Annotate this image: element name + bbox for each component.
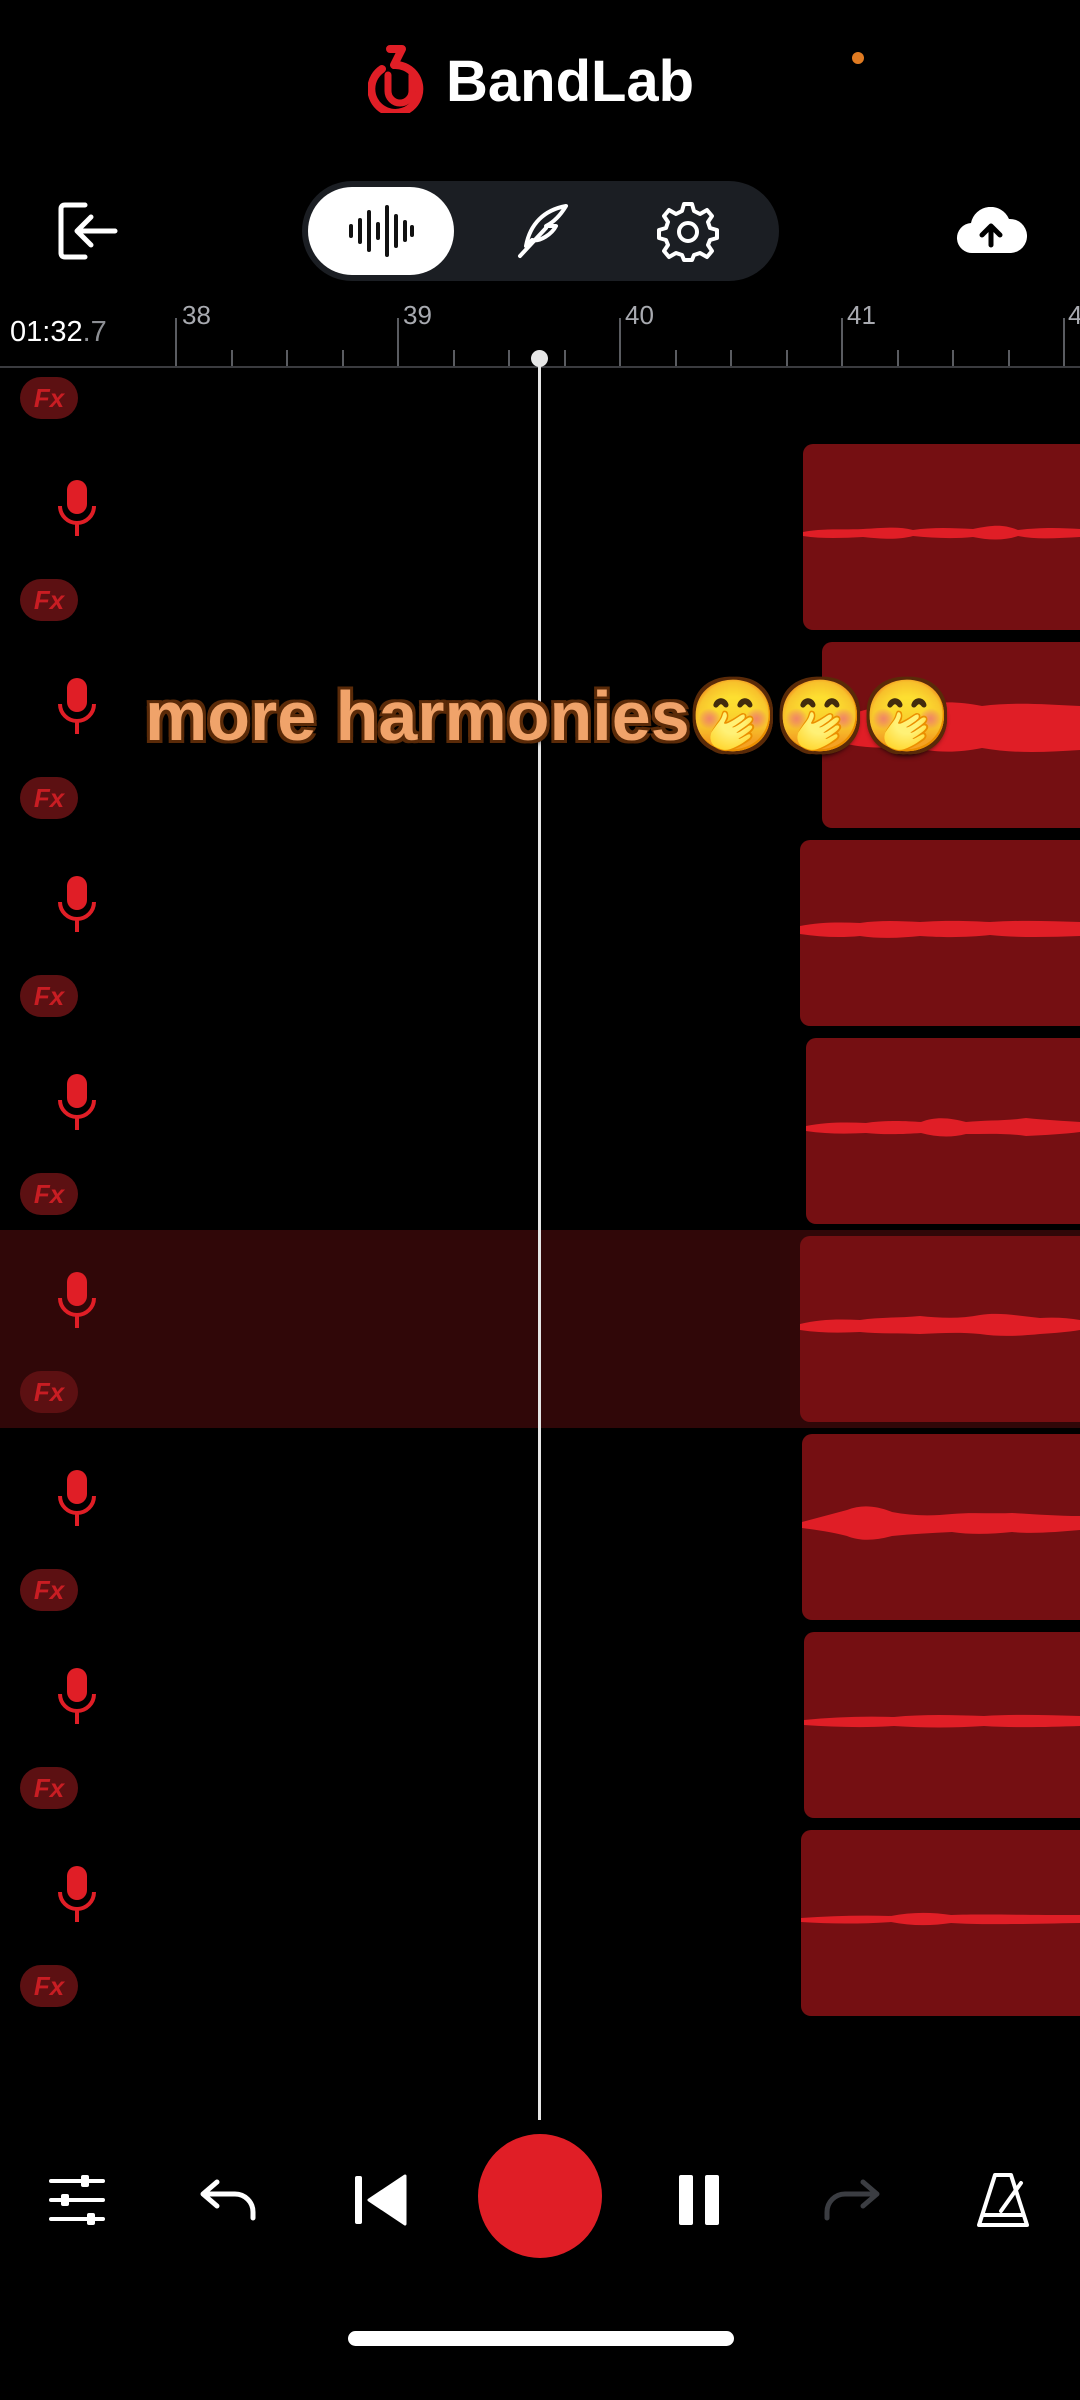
ruler-tick — [1008, 350, 1010, 366]
ruler-tick — [897, 350, 899, 366]
ruler-tick — [342, 350, 344, 366]
fx-button[interactable]: Fx — [20, 975, 78, 1017]
waveform-icon — [349, 205, 414, 257]
status-dot — [852, 52, 864, 64]
fx-button[interactable]: Fx — [20, 1569, 78, 1611]
fx-button[interactable]: Fx — [20, 777, 78, 819]
bar-number: 39 — [403, 300, 432, 330]
pause-button[interactable] — [654, 2155, 744, 2245]
fx-button[interactable]: Fx — [20, 1767, 78, 1809]
skip-back-button[interactable] — [336, 2155, 426, 2245]
audio-clip[interactable] — [800, 1236, 1080, 1422]
fx-button[interactable]: Fx — [20, 1965, 78, 2007]
redo-icon — [824, 2179, 880, 2221]
app-name: BandLab — [446, 48, 695, 114]
microphone-icon — [56, 1468, 98, 1530]
fx-button[interactable]: Fx — [20, 579, 78, 621]
ruler-tick — [1063, 318, 1065, 366]
audio-clip[interactable] — [803, 444, 1080, 630]
audio-clip[interactable] — [800, 840, 1080, 1026]
ruler-tick — [786, 350, 788, 366]
mode-switcher — [302, 181, 779, 281]
audio-clip[interactable] — [802, 1434, 1080, 1620]
playhead[interactable] — [538, 360, 541, 2120]
ruler-tick — [175, 318, 177, 366]
home-indicator[interactable] — [348, 2331, 734, 2346]
microphone-icon — [56, 1666, 98, 1728]
ruler-tick — [397, 318, 399, 366]
metronome-button[interactable] — [958, 2155, 1048, 2245]
tab-lyrics[interactable] — [484, 187, 604, 275]
ruler-tick — [286, 350, 288, 366]
redo-button[interactable] — [806, 2155, 896, 2245]
bar-number: 4 — [1068, 300, 1080, 330]
exit-icon — [58, 202, 118, 260]
ruler-tick — [675, 350, 677, 366]
mixer-button[interactable] — [32, 2155, 122, 2245]
time-main: 01:32 — [10, 316, 83, 348]
time-readout: 01:32.7 — [10, 316, 107, 349]
tab-settings[interactable] — [628, 187, 748, 275]
ruler-tick — [564, 350, 566, 366]
microphone-icon — [56, 676, 98, 738]
tab-tracks[interactable] — [308, 187, 454, 275]
microphone-icon — [56, 874, 98, 936]
bar-number: 40 — [625, 300, 654, 330]
ruler-tick — [730, 350, 732, 366]
fx-button[interactable]: Fx — [20, 377, 78, 419]
fx-button[interactable]: Fx — [20, 1173, 78, 1215]
audio-clip[interactable] — [801, 1830, 1080, 2016]
microphone-icon — [56, 1270, 98, 1332]
ruler-tick — [508, 350, 510, 366]
microphone-icon — [56, 478, 98, 540]
bandlab-logo: BandLab — [367, 44, 695, 118]
audio-clip[interactable] — [804, 1632, 1080, 1818]
fx-button[interactable]: Fx — [20, 1371, 78, 1413]
cloud-upload-icon — [956, 207, 1027, 254]
playhead-handle[interactable] — [531, 350, 548, 367]
exit-button[interactable] — [52, 195, 124, 267]
ruler-tick — [952, 350, 954, 366]
overlay-caption: more harmonies🤭🤭🤭 — [145, 677, 952, 755]
bandlab-logo-icon — [367, 44, 432, 118]
pause-icon — [679, 2175, 719, 2225]
time-fraction: .7 — [82, 316, 107, 348]
undo-button[interactable] — [184, 2155, 274, 2245]
undo-icon — [200, 2179, 256, 2221]
gear-icon — [657, 202, 719, 262]
bar-number: 41 — [847, 300, 876, 330]
ruler-tick — [231, 350, 233, 366]
microphone-icon — [56, 1072, 98, 1134]
metronome-icon — [977, 2173, 1029, 2227]
ruler-tick — [453, 350, 455, 366]
ruler-tick — [619, 318, 621, 366]
upload-button[interactable] — [950, 195, 1032, 267]
microphone-icon — [56, 1864, 98, 1926]
quill-pen-icon — [518, 204, 568, 258]
audio-clip[interactable] — [806, 1038, 1080, 1224]
mixer-sliders-icon — [49, 2175, 105, 2225]
record-button[interactable] — [478, 2134, 602, 2258]
ruler-tick — [841, 318, 843, 366]
bar-number: 38 — [182, 300, 211, 330]
skip-back-icon — [355, 2174, 407, 2226]
